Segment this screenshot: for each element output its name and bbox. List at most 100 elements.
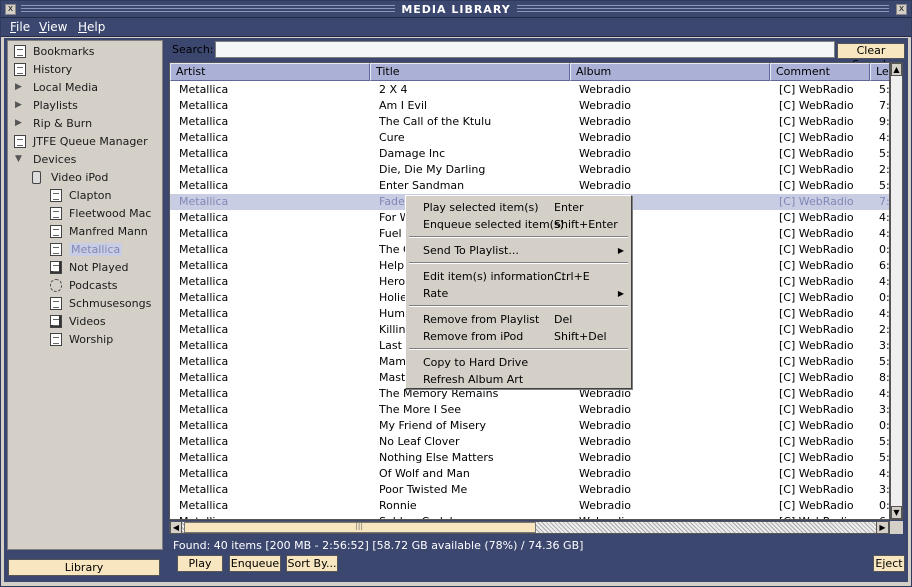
context-item-edit-item-s-information[interactable]: Edit item(s) information... Ctrl+E	[407, 268, 630, 285]
tree-item-label: Manfred Mann	[69, 225, 148, 238]
star-page-icon	[50, 315, 62, 328]
page-icon	[50, 225, 62, 238]
table-row[interactable]: Metallica Poor Twisted Me Webradio [C] WebR…	[170, 482, 889, 498]
cell-artist: Metallica	[179, 419, 229, 432]
context-item-copy-to-hard-drive[interactable]: Copy to Hard Drive	[407, 354, 630, 371]
table-row[interactable]: Metallica 2 X 4 Webradio [C] WebRadio 5:2	[170, 82, 889, 98]
cell-album: Webradio	[579, 483, 632, 496]
clear-search-button[interactable]: Clear Search	[837, 43, 905, 71]
context-menu: Play selected item(s) Enter Enqueue select…	[405, 195, 632, 389]
enqueue-button[interactable]: Enqueue	[229, 555, 281, 572]
cell-artist: Metallica	[179, 99, 229, 112]
collapsed-arrow-icon[interactable]: ▶	[15, 118, 22, 128]
context-item-send-to-playlist[interactable]: Send To Playlist... ▶	[407, 242, 630, 259]
horizontal-scrollbar[interactable]: ◀ ||| ▶	[169, 521, 890, 534]
column-header-le[interactable]: Le	[870, 63, 889, 81]
table-row[interactable]: Metallica Ronnie Webradio [C] WebRadio 0:-	[170, 498, 890, 514]
table-row[interactable]: Metallica Am I Evil Webradio [C] WebRadio 7:…	[170, 98, 889, 114]
menu-file[interactable]: File	[10, 20, 30, 34]
sort-by-button[interactable]: Sort By...	[286, 555, 338, 572]
library-button[interactable]: Library	[8, 559, 160, 576]
table-row[interactable]: Metallica Enter Sandman Webradio [C] WebRad…	[170, 178, 889, 194]
cell-title: Nothing Else Matters	[379, 451, 494, 464]
menu-help[interactable]: Help	[78, 20, 105, 34]
expanded-arrow-icon[interactable]: ▼	[15, 154, 22, 164]
context-item-refresh-album-art[interactable]: Refresh Album Art	[407, 371, 630, 388]
collapsed-arrow-icon[interactable]: ▶	[15, 82, 22, 92]
cell-artist: Metallica	[179, 227, 229, 240]
cell-len: 6:3	[879, 259, 890, 272]
search-input[interactable]	[215, 41, 835, 58]
cell-comment: [C] WebRadio	[779, 339, 854, 352]
menu-view[interactable]: View	[39, 20, 67, 34]
page-icon	[50, 333, 62, 346]
collapsed-arrow-icon[interactable]: ▶	[15, 100, 22, 110]
tree-item-label: Clapton	[69, 189, 112, 202]
menu-separator	[409, 236, 628, 238]
cell-artist: Metallica	[179, 435, 229, 448]
context-item-enqueue-selected-item-s[interactable]: Enqueue selected item(s) Shift+Enter	[407, 216, 630, 233]
scroll-right-icon[interactable]: ▶	[876, 521, 889, 534]
cell-comment: [C] WebRadio	[779, 291, 854, 304]
star-page-icon	[50, 261, 62, 274]
scroll-down-icon[interactable]: ▼	[891, 506, 902, 519]
cell-title: Enter Sandman	[379, 179, 465, 192]
cell-len: 3:2	[879, 339, 890, 352]
cell-len: 0:-	[879, 499, 890, 512]
tree-item-label: Rip & Burn	[33, 117, 93, 130]
scroll-up-icon[interactable]: ▲	[891, 63, 902, 76]
cell-comment: [C] WebRadio	[779, 419, 854, 432]
scroll-left-icon[interactable]: ◀	[170, 521, 182, 534]
column-header-artist[interactable]: Artist	[170, 63, 370, 81]
close-icon[interactable]: x	[896, 4, 907, 15]
page-icon	[14, 45, 26, 58]
cell-title: My Friend of Misery	[379, 419, 486, 432]
cell-album: Webradio	[579, 147, 632, 160]
cell-album: Webradio	[579, 99, 632, 112]
context-item-rate[interactable]: Rate ▶	[407, 285, 630, 302]
cell-comment: [C] WebRadio	[779, 483, 854, 496]
table-row[interactable]: Metallica Of Wolf and Man Webradio [C] WebR…	[170, 466, 889, 482]
cell-len: 2:5	[879, 323, 890, 336]
table-row[interactable]: Metallica Nothing Else Matters Webradio [C]…	[170, 450, 890, 466]
cell-title: Cure	[379, 131, 405, 144]
page-icon	[14, 135, 26, 148]
cell-comment: [C] WebRadio	[779, 387, 854, 400]
context-item-remove-from-ipod[interactable]: Remove from iPod Shift+Del	[407, 328, 630, 345]
cell-album: Webradio	[579, 115, 632, 128]
library-tree: Bookmarks History ▶ Local Media ▶ Playlists ▶ R…	[7, 40, 163, 550]
table-row[interactable]: Metallica No Leaf Clover Webradio [C] WebRa…	[170, 434, 889, 450]
table-row[interactable]: Metallica The More I See Webradio [C] WebRa…	[170, 402, 889, 418]
cell-len: 5:4	[879, 451, 890, 464]
menu-separator	[409, 348, 628, 350]
cell-comment: [C] WebRadio	[779, 435, 854, 448]
cell-comment: [C] WebRadio	[779, 211, 854, 224]
context-item-label: Remove from Playlist	[423, 313, 540, 326]
table-row[interactable]: Metallica Cure Webradio [C] WebRadio 4:5	[170, 130, 889, 146]
cell-len: 4:1	[879, 307, 890, 320]
table-row[interactable]: Metallica Die, Die My Darling Webradio [C] …	[170, 162, 889, 178]
context-item-remove-from-playlist[interactable]: Remove from Playlist Del	[407, 311, 630, 328]
vertical-scrollbar[interactable]: ▲ ▼	[890, 62, 903, 520]
table-row[interactable]: Metallica The Call of the Ktulu Webradio [C…	[170, 114, 890, 130]
column-header-title[interactable]: Title	[370, 63, 570, 81]
tree-item-label: Schmusesongs	[69, 297, 152, 310]
column-header-album[interactable]: Album	[570, 63, 770, 81]
context-item-label: Play selected item(s)	[423, 201, 539, 214]
cell-len: 9:3	[879, 115, 890, 128]
page-icon	[50, 297, 62, 310]
context-item-play-selected-item-s[interactable]: Play selected item(s) Enter	[407, 199, 630, 216]
cell-comment: [C] WebRadio	[779, 131, 854, 144]
table-row[interactable]: Metallica My Friend of Misery Webradio [C] …	[170, 418, 889, 434]
horizontal-scroll-thumb[interactable]: |||	[184, 521, 536, 533]
eject-button[interactable]: Eject	[873, 555, 905, 572]
podcast-icon	[50, 279, 62, 292]
table-row[interactable]: Metallica Damage Inc Webradio [C] WebRadio 5…	[170, 146, 889, 162]
column-header-comment[interactable]: Comment	[770, 63, 870, 81]
cell-title: Damage Inc	[379, 147, 446, 160]
table-row[interactable]: Metallica Sabbra Cadabra Webradio [C] WebRa…	[170, 514, 889, 519]
tree-item-label: Fleetwood Mac	[69, 207, 152, 220]
play-button[interactable]: Play	[177, 555, 223, 572]
cell-len: 7:1	[879, 195, 890, 208]
title-bar[interactable]: x MEDIA LIBRARY x	[1, 1, 911, 18]
